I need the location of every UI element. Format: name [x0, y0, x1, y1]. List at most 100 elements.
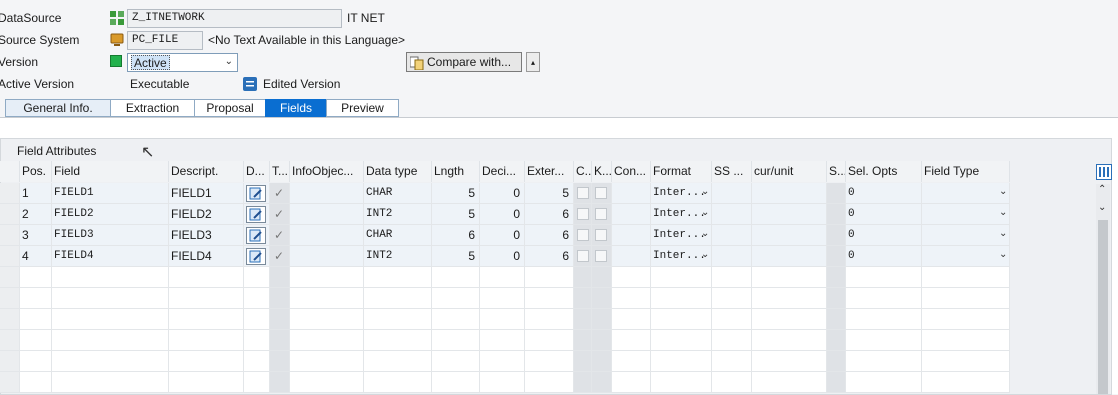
cell-field[interactable]: FIELD4 [52, 246, 169, 267]
cell-field-type[interactable] [922, 183, 1010, 204]
row-selector-header[interactable] [0, 161, 20, 182]
cell-con[interactable] [612, 246, 651, 267]
cell-sel-opts[interactable]: 0 [846, 183, 922, 204]
chevron-down-icon[interactable]: ⌄ [701, 186, 709, 197]
chevron-down-icon[interactable]: ⌄ [999, 207, 1007, 218]
scrollbar-thumb[interactable] [1098, 220, 1108, 394]
cell-external[interactable]: 6 [525, 225, 574, 246]
row-selector[interactable] [0, 309, 20, 330]
chevron-down-icon[interactable]: ⌄ [999, 186, 1007, 197]
cell-pos[interactable]: 2 [20, 204, 52, 225]
cell-sel-opts[interactable]: 0 [846, 225, 922, 246]
cell-cur-unit[interactable] [752, 183, 827, 204]
row-selector[interactable] [0, 288, 20, 309]
column-header-field-type[interactable]: Field Type [922, 161, 1010, 182]
chevron-down-icon[interactable]: ⌄ [701, 249, 709, 260]
cell-sel-opts[interactable]: 0 [846, 246, 922, 267]
key-checkbox[interactable] [595, 208, 607, 220]
cell-length[interactable]: 5 [432, 246, 480, 267]
column-header-field[interactable]: Field [52, 161, 169, 182]
cell-s[interactable] [827, 225, 846, 246]
cell-decimals[interactable]: 0 [480, 225, 525, 246]
cell-pos[interactable]: 1 [20, 183, 52, 204]
version-select[interactable]: Active ⌄ [127, 53, 238, 72]
edit-detail-icon[interactable] [246, 248, 266, 265]
cell-field[interactable]: FIELD3 [52, 225, 169, 246]
tab-proposal[interactable]: Proposal [194, 99, 266, 117]
cell-decimals[interactable]: 0 [480, 204, 525, 225]
row-selector[interactable] [0, 183, 20, 204]
cell-descript[interactable]: FIELD2 [169, 204, 244, 225]
scroll-down-icon[interactable]: ⌄ [1098, 202, 1106, 213]
cell-infoobject[interactable] [290, 183, 364, 204]
chevron-down-icon[interactable]: ⌄ [701, 207, 709, 218]
cell-length[interactable]: 5 [432, 183, 480, 204]
edit-detail-icon[interactable] [246, 227, 266, 244]
cell-pos[interactable]: 3 [20, 225, 52, 246]
chevron-down-icon[interactable]: ⌄ [999, 249, 1007, 260]
cell-s[interactable] [827, 204, 846, 225]
tab-preview[interactable]: Preview [326, 99, 399, 117]
vertical-scrollbar[interactable]: ⌃ ⌄ [1096, 184, 1110, 394]
tab-fields[interactable]: Fields [265, 99, 327, 117]
cell-con[interactable] [612, 225, 651, 246]
transfer-checkbox[interactable]: ✓ [274, 228, 284, 242]
row-selector[interactable] [0, 372, 20, 393]
edit-detail-icon[interactable] [246, 185, 266, 202]
column-header-length[interactable]: Lngth [432, 161, 480, 182]
cell-sel-opts[interactable]: 0 [846, 204, 922, 225]
column-header-s[interactable]: S... [827, 161, 846, 182]
scroll-up-icon[interactable]: ⌃ [1098, 184, 1106, 195]
cell-pos[interactable]: 4 [20, 246, 52, 267]
column-header-ss[interactable]: SS ... [712, 161, 752, 182]
compare-dropdown-button[interactable]: ▴ [526, 52, 540, 72]
chevron-down-icon[interactable]: ⌄ [701, 228, 709, 239]
column-header-d[interactable]: D... [244, 161, 270, 182]
cell-external[interactable]: 6 [525, 204, 574, 225]
cell-cur-unit[interactable] [752, 204, 827, 225]
row-selector[interactable] [0, 204, 20, 225]
cell-field-type[interactable] [922, 204, 1010, 225]
cell-data-type[interactable]: CHAR [364, 183, 432, 204]
conversion-checkbox[interactable] [577, 250, 589, 262]
transfer-checkbox[interactable]: ✓ [274, 207, 284, 221]
cell-ss[interactable] [712, 204, 752, 225]
column-header-data-type[interactable]: Data type [364, 161, 432, 182]
cell-data-type[interactable]: CHAR [364, 225, 432, 246]
row-selector[interactable] [0, 225, 20, 246]
cell-field-type[interactable] [922, 246, 1010, 267]
cell-infoobject[interactable] [290, 225, 364, 246]
column-header-external[interactable]: Exter... [525, 161, 574, 182]
key-checkbox[interactable] [595, 229, 607, 241]
cell-con[interactable] [612, 183, 651, 204]
key-checkbox[interactable] [595, 250, 607, 262]
cell-con[interactable] [612, 204, 651, 225]
cell-descript[interactable]: FIELD3 [169, 225, 244, 246]
column-header-pos[interactable]: Pos. [20, 161, 52, 182]
cell-external[interactable]: 6 [525, 246, 574, 267]
cell-field[interactable]: FIELD1 [52, 183, 169, 204]
column-header-decimals[interactable]: Deci... [480, 161, 525, 182]
cell-data-type[interactable]: INT2 [364, 246, 432, 267]
cell-descript[interactable]: FIELD1 [169, 183, 244, 204]
cell-descript[interactable]: FIELD4 [169, 246, 244, 267]
conversion-checkbox[interactable] [577, 229, 589, 241]
cell-length[interactable]: 6 [432, 225, 480, 246]
cell-cur-unit[interactable] [752, 246, 827, 267]
cell-ss[interactable] [712, 225, 752, 246]
source-system-field[interactable]: PC_FILE [127, 31, 203, 50]
row-selector[interactable] [0, 351, 20, 372]
conversion-checkbox[interactable] [577, 187, 589, 199]
cell-ss[interactable] [712, 246, 752, 267]
cell-infoobject[interactable] [290, 246, 364, 267]
cell-ss[interactable] [712, 183, 752, 204]
column-header-descript[interactable]: Descript. [169, 161, 244, 182]
tab-general-info[interactable]: General Info. [5, 99, 111, 117]
column-header-format[interactable]: Format [651, 161, 712, 182]
cell-s[interactable] [827, 246, 846, 267]
row-selector[interactable] [0, 267, 20, 288]
conversion-checkbox[interactable] [577, 208, 589, 220]
transfer-checkbox[interactable]: ✓ [274, 249, 284, 263]
column-header-k[interactable]: K... [592, 161, 612, 182]
tab-extraction[interactable]: Extraction [110, 99, 195, 117]
